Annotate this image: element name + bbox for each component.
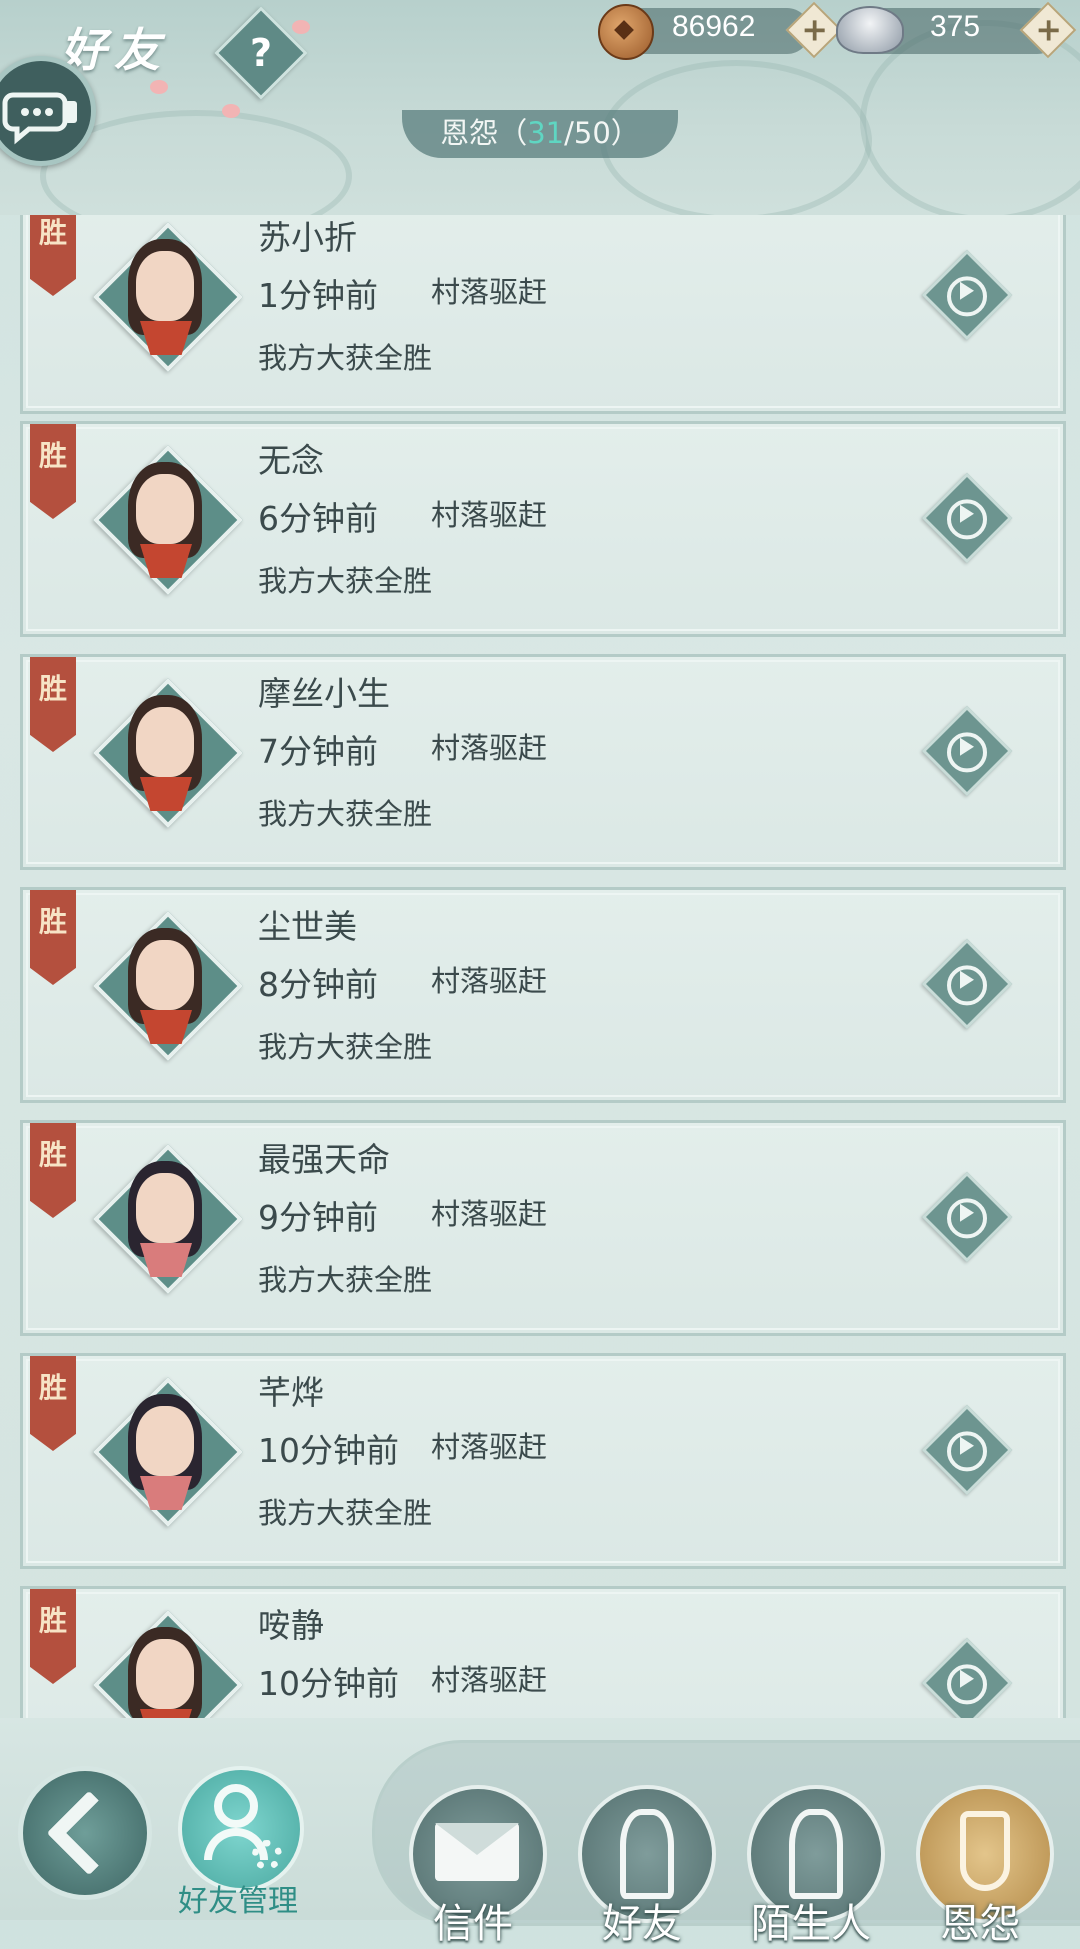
battle-mode: 村落驱赶	[431, 731, 548, 765]
battle-mode: 村落驱赶	[431, 275, 548, 309]
player-avatar[interactable]	[93, 911, 243, 1061]
grudge-count-tab: 恩怨（31/50）	[402, 110, 678, 158]
record-time: 9分钟前	[258, 1198, 378, 1237]
record-card: 胜 摩丝小生 7分钟前 村落驱赶 我方大获全胜	[20, 654, 1066, 870]
player-name: 摩丝小生	[258, 674, 390, 713]
silver-amount: 375	[930, 10, 981, 43]
win-tag: 胜	[30, 657, 76, 752]
battle-mode: 村落驱赶	[431, 498, 548, 532]
grudge-max-count: 50	[573, 116, 611, 150]
battle-mode: 村落驱赶	[431, 964, 548, 998]
top-header: 好友 ? 86962 + 375 + 恩怨（31/50）	[0, 0, 1080, 215]
player-name: 最强天命	[258, 1140, 390, 1179]
user-icon	[214, 1784, 258, 1828]
record-card: 胜 芊烨 10分钟前 村落驱赶 我方大获全胜	[20, 1353, 1066, 1569]
replay-button[interactable]	[921, 1171, 1013, 1263]
friend-management-label: 好友管理	[178, 1884, 298, 1919]
friend-icon	[620, 1809, 674, 1899]
win-tag: 胜	[30, 890, 76, 985]
win-tag: 胜	[30, 1356, 76, 1451]
player-avatar[interactable]	[93, 1610, 243, 1718]
win-tag: 胜	[30, 1589, 76, 1684]
battle-mode: 村落驱赶	[431, 1430, 548, 1464]
record-time: 6分钟前	[258, 499, 378, 538]
replay-button[interactable]	[921, 1637, 1013, 1718]
player-avatar[interactable]	[93, 678, 243, 828]
player-name: 苏小折	[258, 218, 357, 257]
player-name: 芊烨	[258, 1373, 324, 1412]
replay-button[interactable]	[921, 705, 1013, 797]
envelope-icon	[435, 1823, 519, 1881]
bottom-bar: 好友管理 信件 好友 陌生人 恩怨	[0, 1718, 1080, 1947]
replay-button[interactable]	[921, 249, 1013, 341]
battle-result: 我方大获全胜	[258, 1030, 433, 1064]
record-time: 1分钟前	[258, 276, 378, 315]
win-tag: 胜	[30, 215, 76, 296]
petal-decoration	[292, 20, 310, 34]
battle-result: 我方大获全胜	[258, 1496, 433, 1530]
gear-icon	[252, 1840, 282, 1870]
replay-button[interactable]	[921, 1404, 1013, 1496]
replay-button[interactable]	[921, 938, 1013, 1030]
record-time: 7分钟前	[258, 732, 378, 771]
grudge-current-count: 31	[527, 116, 565, 150]
record-card: 胜 无念 6分钟前 村落驱赶 我方大获全胜	[20, 421, 1066, 637]
help-button[interactable]: ?	[214, 6, 308, 100]
win-tag: 胜	[30, 424, 76, 519]
record-card: 胜 咹静 10分钟前 村落驱赶	[20, 1586, 1066, 1718]
player-avatar[interactable]	[93, 222, 243, 372]
question-icon: ?	[249, 31, 273, 75]
grudge-record-list[interactable]: 胜 苏小折 1分钟前 村落驱赶 我方大获全胜 胜 无念 6分钟前 村落驱赶 我方…	[0, 215, 1080, 1718]
battle-result: 我方大获全胜	[258, 797, 433, 831]
chat-bubble-icon	[2, 92, 77, 145]
silver-ingot-icon	[836, 6, 904, 54]
tab-strangers-label: 陌生人	[751, 1901, 871, 1947]
record-time: 10分钟前	[258, 1431, 399, 1470]
tab-mail-label: 信件	[433, 1901, 513, 1947]
win-tag: 胜	[30, 1123, 76, 1218]
petal-decoration	[150, 80, 168, 94]
copper-amount: 86962	[672, 10, 756, 43]
battle-result: 我方大获全胜	[258, 564, 433, 598]
battle-mode: 村落驱赶	[431, 1197, 548, 1231]
grudge-icon	[960, 1811, 1010, 1891]
record-card: 胜 最强天命 9分钟前 村落驱赶 我方大获全胜	[20, 1120, 1066, 1336]
record-card: 胜 尘世美 8分钟前 村落驱赶 我方大获全胜	[20, 887, 1066, 1103]
player-avatar[interactable]	[93, 1144, 243, 1294]
player-name: 无念	[258, 441, 324, 480]
record-time: 10分钟前	[258, 1664, 399, 1703]
back-arrow-icon	[46, 1790, 132, 1876]
tab-bar: 信件 好友 陌生人 恩怨	[372, 1740, 1080, 1947]
player-avatar[interactable]	[93, 445, 243, 595]
petal-decoration	[222, 104, 240, 118]
replay-button[interactable]	[921, 472, 1013, 564]
chat-button[interactable]	[0, 56, 96, 166]
copper-coin-icon	[598, 4, 654, 60]
record-time: 8分钟前	[258, 965, 378, 1004]
friend-management-button[interactable]	[178, 1766, 304, 1892]
tab-grudges-label: 恩怨	[940, 1901, 1020, 1947]
record-card: 胜 苏小折 1分钟前 村落驱赶 我方大获全胜	[20, 215, 1066, 414]
player-name: 咹静	[258, 1606, 324, 1645]
player-avatar[interactable]	[93, 1377, 243, 1527]
battle-mode: 村落驱赶	[431, 1663, 548, 1697]
battle-result: 我方大获全胜	[258, 341, 433, 375]
tab-friends-label: 好友	[602, 1901, 682, 1947]
stranger-icon	[789, 1809, 843, 1899]
back-button[interactable]	[18, 1766, 152, 1900]
player-name: 尘世美	[258, 907, 357, 946]
battle-result: 我方大获全胜	[258, 1263, 433, 1297]
